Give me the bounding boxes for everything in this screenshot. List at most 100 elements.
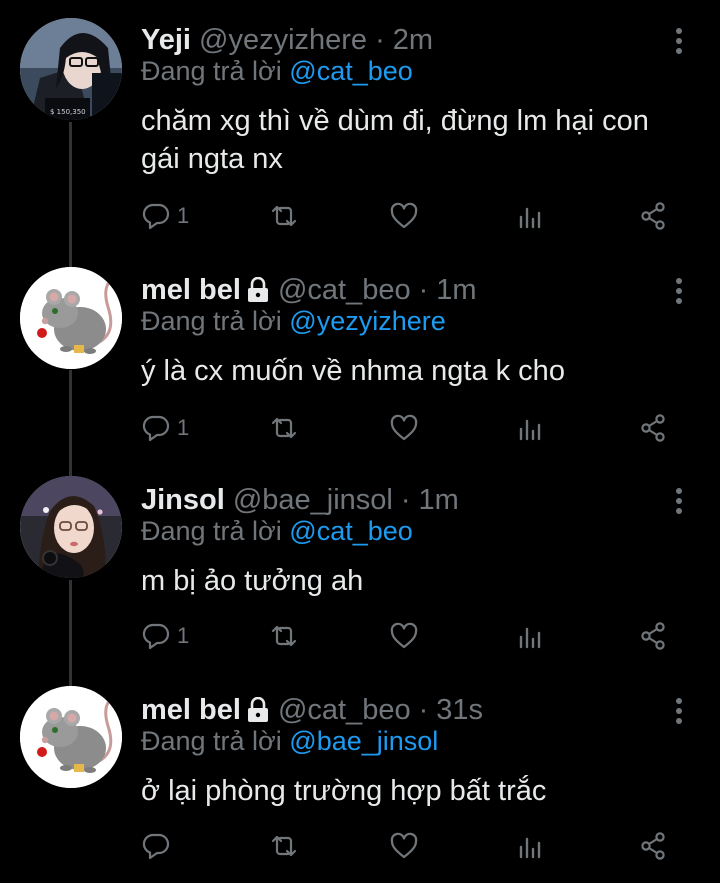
tweet-text-line: ở lại phòng trường hợp bất trắc xyxy=(141,775,547,807)
analytics-button[interactable] xyxy=(515,826,545,866)
replying-to: Đang trả lời @cat_beo xyxy=(141,56,413,87)
reply-prefix: Đang trả lời xyxy=(141,516,282,546)
tweet[interactable]: $ 150,350 Yeji @yezyizhere · 2m Đang trả… xyxy=(0,0,720,250)
like-icon xyxy=(390,414,418,441)
reply-icon xyxy=(142,623,170,650)
analytics-button[interactable] xyxy=(515,408,545,448)
analytics-icon xyxy=(519,207,541,229)
timestamp[interactable]: 2m xyxy=(393,24,433,57)
tweet-text-line: chăm xg thì về dùm đi, đừng lm hại con xyxy=(141,105,649,137)
svg-text:$ 150,350: $ 150,350 xyxy=(50,108,86,116)
reply-icon xyxy=(142,415,170,442)
lock-icon xyxy=(247,277,268,302)
separator: · xyxy=(375,23,385,56)
avatar[interactable] xyxy=(20,686,122,788)
timestamp[interactable]: 1m xyxy=(436,274,476,307)
action-bar: 1 xyxy=(141,408,681,448)
reply-button[interactable] xyxy=(141,826,177,866)
user-handle[interactable]: @yezyizhere xyxy=(199,24,367,57)
display-name[interactable]: Yeji xyxy=(141,24,191,57)
retweet-icon xyxy=(271,417,297,439)
reply-count: 1 xyxy=(177,415,190,440)
reply-button[interactable]: 1 xyxy=(141,196,189,236)
like-icon xyxy=(390,622,418,649)
tweet-text-line: ý là cx muốn về nhma ngta k cho xyxy=(141,355,565,387)
reply-to-link[interactable]: @yezyizhere xyxy=(289,306,445,336)
tweet[interactable]: Jinsol @bae_jinsol · 1m Đang trả lời @ca… xyxy=(0,460,720,670)
yeji-avatar: $ 150,350 xyxy=(20,18,122,120)
replying-to: Đang trả lời @bae_jinsol xyxy=(141,726,438,757)
like-button[interactable] xyxy=(389,196,419,236)
separator: · xyxy=(418,273,429,306)
tweet-text: ý là cx muốn về nhma ngta k cho xyxy=(141,352,690,390)
replying-to: Đang trả lời @yezyizhere xyxy=(141,306,446,337)
share-button[interactable] xyxy=(638,826,668,866)
tweet[interactable]: mel bel @cat_beo · 31s Đang trả lời @bae… xyxy=(0,670,720,883)
like-button[interactable] xyxy=(389,408,419,448)
tweet-header: mel bel @cat_beo · 1m xyxy=(141,272,660,308)
retweet-button[interactable] xyxy=(269,408,299,448)
rat-avatar xyxy=(20,686,122,788)
more-icon[interactable] xyxy=(665,276,693,306)
tweet-text-line: m bị ảo tưởng ah xyxy=(141,565,364,597)
timestamp[interactable]: 31s xyxy=(436,694,483,727)
reply-button[interactable]: 1 xyxy=(141,616,189,656)
reply-count: 1 xyxy=(177,623,190,648)
replying-to: Đang trả lời @cat_beo xyxy=(141,516,413,547)
share-icon xyxy=(641,202,665,230)
share-button[interactable] xyxy=(638,408,668,448)
tweet-header: Yeji @yezyizhere · 2m xyxy=(141,22,660,58)
retweet-icon xyxy=(271,835,297,857)
display-name[interactable]: Jinsol xyxy=(141,484,225,517)
reply-to-link[interactable]: @cat_beo xyxy=(289,516,413,546)
more-icon[interactable] xyxy=(665,26,693,56)
retweet-button[interactable] xyxy=(269,826,299,866)
tweet-text-line: gái ngta nx xyxy=(141,143,283,175)
reply-prefix: Đang trả lời xyxy=(141,306,282,336)
reply-to-link[interactable]: @cat_beo xyxy=(289,56,413,86)
retweet-button[interactable] xyxy=(269,196,299,236)
reply-count: 1 xyxy=(177,203,190,228)
more-icon[interactable] xyxy=(665,486,693,516)
reply-to-link[interactable]: @bae_jinsol xyxy=(289,726,438,756)
user-handle[interactable]: @cat_beo xyxy=(278,694,411,727)
reply-prefix: Đang trả lời xyxy=(141,726,282,756)
lock-icon xyxy=(247,697,268,722)
like-button[interactable] xyxy=(389,826,419,866)
reply-icon xyxy=(142,833,170,860)
user-handle[interactable]: @bae_jinsol xyxy=(233,484,393,517)
share-button[interactable] xyxy=(638,616,668,656)
analytics-icon xyxy=(519,419,541,441)
share-icon xyxy=(641,622,665,650)
separator: · xyxy=(400,483,411,516)
tweet[interactable]: mel bel @cat_beo · 1m Đang trả lời @yezy… xyxy=(0,250,720,460)
more-icon[interactable] xyxy=(665,696,693,726)
reply-button[interactable]: 1 xyxy=(141,408,189,448)
analytics-button[interactable] xyxy=(515,196,545,236)
retweet-button[interactable] xyxy=(269,616,299,656)
share-button[interactable] xyxy=(638,196,668,236)
tweet-text: m bị ảo tưởng ah xyxy=(141,562,690,600)
like-icon xyxy=(390,202,418,229)
retweet-icon xyxy=(271,205,297,227)
user-handle[interactable]: @cat_beo xyxy=(278,274,411,307)
tweet-text: ở lại phòng trường hợp bất trắc xyxy=(141,772,690,810)
avatar[interactable] xyxy=(20,476,122,578)
display-name[interactable]: mel bel xyxy=(141,694,241,727)
tweet-header: mel bel @cat_beo · 31s xyxy=(141,692,660,728)
share-icon xyxy=(641,414,665,442)
avatar[interactable]: $ 150,350 xyxy=(20,18,122,120)
jinsol-avatar xyxy=(20,476,122,578)
reply-thread: $ 150,350 Yeji @yezyizhere · 2m Đang trả… xyxy=(0,0,720,883)
action-bar xyxy=(141,826,681,866)
analytics-icon xyxy=(519,837,541,859)
action-bar: 1 xyxy=(141,196,681,236)
reply-prefix: Đang trả lời xyxy=(141,56,282,86)
like-button[interactable] xyxy=(389,616,419,656)
like-icon xyxy=(390,832,418,859)
timestamp[interactable]: 1m xyxy=(419,484,459,517)
analytics-button[interactable] xyxy=(515,616,545,656)
reply-icon xyxy=(142,203,170,230)
avatar[interactable] xyxy=(20,267,122,369)
display-name[interactable]: mel bel xyxy=(141,274,241,307)
